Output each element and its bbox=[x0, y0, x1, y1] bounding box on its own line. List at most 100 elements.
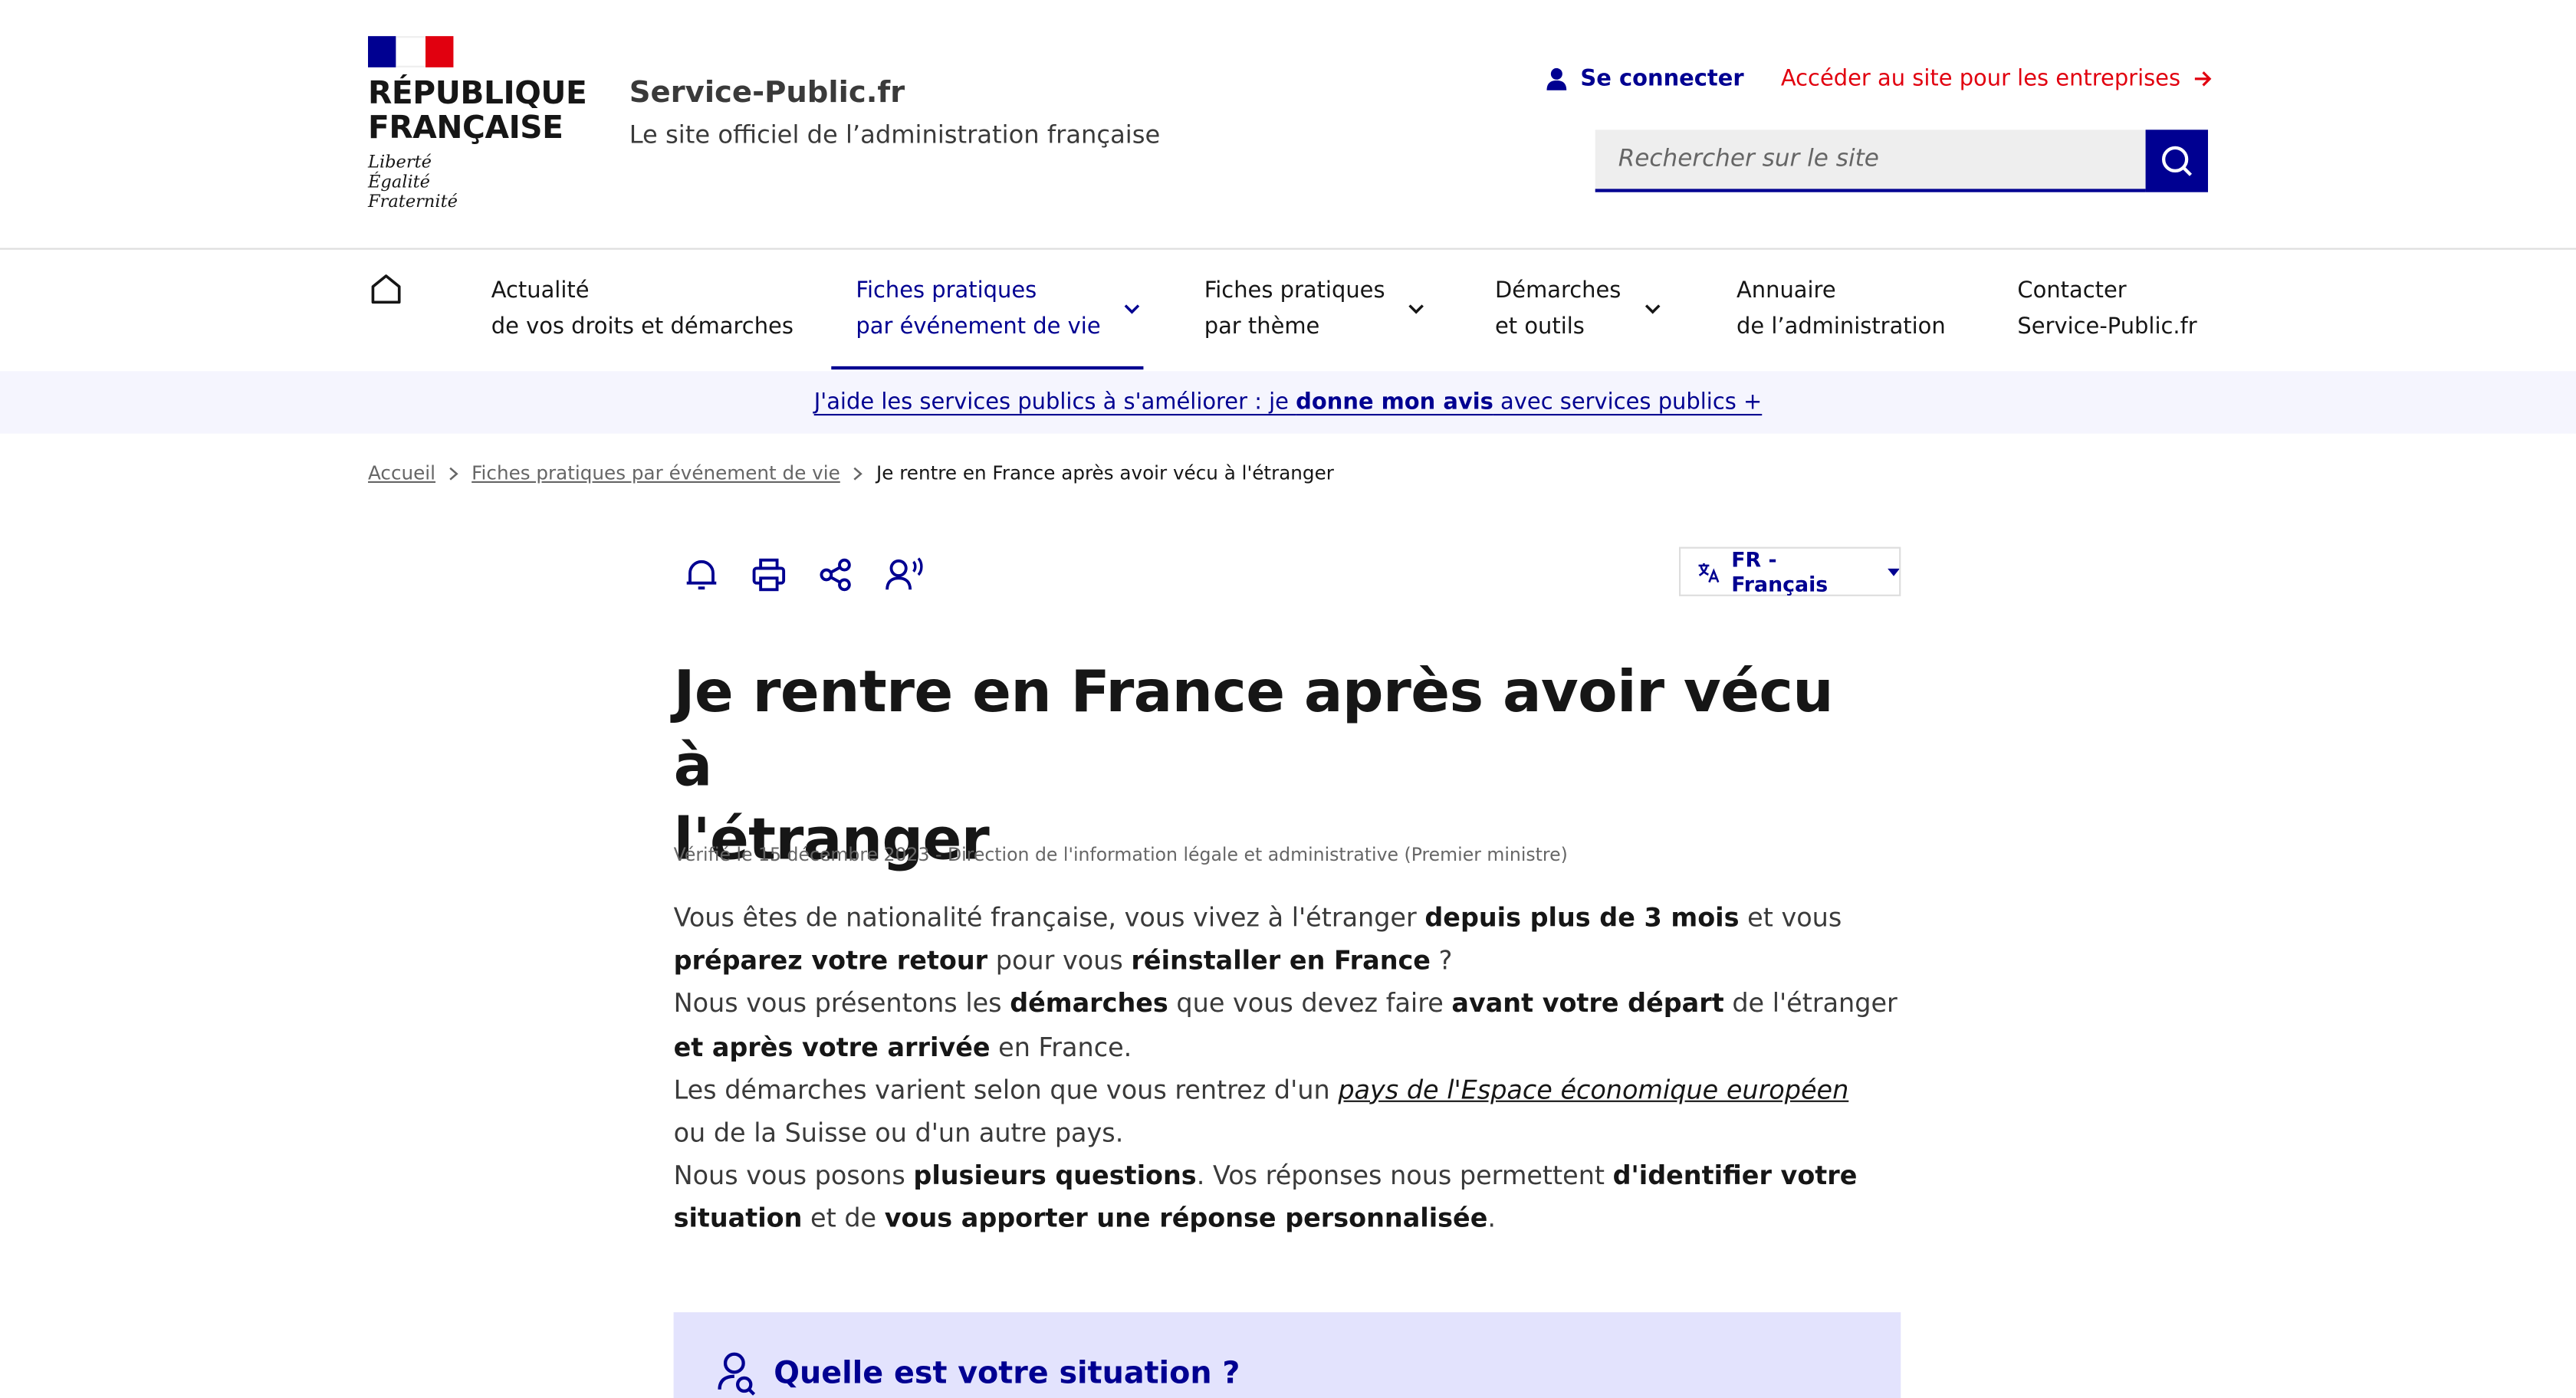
user-search-icon bbox=[718, 1352, 756, 1396]
banner-text: avec services publics + bbox=[1493, 389, 1763, 416]
chevron-down-icon bbox=[1124, 304, 1140, 313]
print-button[interactable] bbox=[749, 555, 788, 594]
motto-fraternite: Fraternité bbox=[368, 192, 458, 212]
intro-line: Nous vous posons plusieurs questions. Vo… bbox=[674, 1155, 1923, 1198]
verification-meta: Vérifié le 15 décembre 2023 - Direction … bbox=[673, 844, 1568, 866]
intro-line: Vous êtes de nationalité française, vous… bbox=[674, 897, 1923, 940]
republique-francaise-logo[interactable]: RÉPUBLIQUE FRANÇAISE bbox=[368, 75, 587, 146]
nav-label-line1: Contacter bbox=[2017, 277, 2127, 304]
text: . Vos réponses nous permettent bbox=[1196, 1161, 1613, 1192]
text: Vous êtes de nationalité française, vous… bbox=[673, 903, 1425, 934]
nav-item-contacter[interactable]: Contacter Service-Public.fr bbox=[2017, 273, 2196, 345]
nav-item-actualite[interactable]: Actualité de vos droits et démarches bbox=[491, 273, 794, 345]
nav-item-demarches[interactable]: Démarches et outils bbox=[1495, 273, 1661, 345]
text: . bbox=[1487, 1204, 1497, 1235]
chevron-right-icon bbox=[854, 466, 863, 480]
text: que vous devez faire bbox=[1168, 989, 1452, 1019]
subscribe-alert-button[interactable] bbox=[682, 555, 721, 594]
login-link[interactable]: Se connecter bbox=[1546, 65, 1744, 92]
search-button[interactable] bbox=[2145, 130, 2208, 192]
banner-text-bold: donne mon avis bbox=[1296, 389, 1493, 416]
text-bold: préparez votre retour bbox=[673, 946, 988, 976]
share-button[interactable] bbox=[816, 555, 856, 594]
breadcrumb-current: Je rentre en France après avoir vécu à l… bbox=[876, 461, 1334, 485]
intro-text: Vous êtes de nationalité française, vous… bbox=[674, 897, 1923, 1241]
chevron-right-icon bbox=[449, 466, 458, 480]
translate-icon bbox=[1698, 562, 1720, 582]
login-label: Se connecter bbox=[1580, 65, 1744, 92]
text-bold: réinstaller en France bbox=[1131, 946, 1431, 976]
intro-line: Les démarches varient selon que vous ren… bbox=[674, 1069, 1923, 1112]
nav-label-line1: Fiches pratiques bbox=[856, 277, 1037, 304]
text-bold: vous apporter une réponse personnalisée bbox=[884, 1204, 1488, 1235]
text-bold: plusieurs questions bbox=[913, 1161, 1197, 1192]
text: et de bbox=[802, 1204, 885, 1235]
intro-line: ou de la Suisse ou d'un autre pays. bbox=[674, 1112, 1923, 1155]
nav-home-link[interactable] bbox=[370, 273, 402, 312]
intro-line: et après votre arrivée en France. bbox=[674, 1026, 1923, 1068]
nav-item-annuaire[interactable]: Annuaire de l’administration bbox=[1737, 273, 1946, 345]
nav-label-line2: par événement de vie bbox=[856, 313, 1101, 340]
arrow-right-icon bbox=[2195, 71, 2212, 87]
nav-item-evenement-de-vie[interactable]: Fiches pratiques par événement de vie bbox=[856, 273, 1140, 345]
logo-line-1: RÉPUBLIQUE bbox=[368, 75, 587, 112]
eee-definition-link[interactable]: pays de l'Espace économique européen bbox=[1338, 1075, 1848, 1105]
text-bold: depuis plus de 3 mois bbox=[1424, 903, 1740, 934]
business-link-label: Accéder au site pour les entreprises bbox=[1780, 65, 2181, 92]
nav-item-par-theme[interactable]: Fiches pratiques par thème bbox=[1204, 273, 1424, 345]
print-icon bbox=[752, 558, 786, 592]
header-divider bbox=[0, 248, 2576, 250]
share-icon bbox=[820, 558, 851, 592]
text: Nous vous présentons les bbox=[673, 989, 1010, 1019]
motto-egalite: Égalité bbox=[368, 172, 430, 192]
banner-text: J'aide les services publics à s'améliore… bbox=[813, 389, 1296, 416]
business-site-link[interactable]: Accéder au site pour les entreprises bbox=[1781, 66, 2213, 92]
nav-label-line2: de vos droits et démarches bbox=[491, 313, 794, 340]
motto-liberte: Liberté bbox=[368, 153, 432, 172]
text-bold: et après votre arrivée bbox=[673, 1032, 991, 1062]
search-input[interactable] bbox=[1595, 130, 2146, 192]
search-icon bbox=[2161, 146, 2193, 176]
breadcrumb-parent[interactable]: Fiches pratiques par événement de vie bbox=[472, 461, 840, 484]
site-tagline: Le site officiel de l’administration fra… bbox=[629, 120, 1161, 149]
nav-label-line1: Démarches bbox=[1494, 277, 1622, 304]
home-icon bbox=[371, 274, 401, 304]
logo-line-2: FRANÇAISE bbox=[368, 110, 564, 146]
listen-button[interactable] bbox=[886, 555, 925, 594]
nav-label-line1: Annuaire bbox=[1737, 277, 1836, 304]
nav-active-indicator bbox=[831, 366, 1144, 370]
language-selector[interactable]: FR - Français bbox=[1679, 546, 1901, 596]
text: en France. bbox=[990, 1032, 1132, 1062]
language-label: FR - Français bbox=[1731, 546, 1829, 596]
search-bar bbox=[1595, 130, 2208, 192]
text-bold: démarches bbox=[1010, 989, 1168, 1019]
text-bold: situation bbox=[673, 1204, 803, 1235]
site-name[interactable]: Service-Public.fr bbox=[629, 76, 905, 110]
user-icon bbox=[1546, 67, 1567, 90]
text: et vous bbox=[1739, 903, 1842, 934]
title-line-1: Je rentre en France après avoir vécu à bbox=[673, 660, 1834, 800]
text: ? bbox=[1430, 946, 1453, 976]
feedback-link[interactable]: J'aide les services publics à s'améliore… bbox=[814, 389, 1763, 415]
breadcrumb-home[interactable]: Accueil bbox=[368, 461, 435, 484]
intro-line: préparez votre retour pour vous réinstal… bbox=[674, 940, 1923, 983]
intro-line: Nous vous présentons les démarches que v… bbox=[674, 983, 1923, 1026]
nav-label-line2: Service-Public.fr bbox=[2017, 313, 2197, 340]
caret-down-icon bbox=[1887, 567, 1900, 576]
nav-label-line2: de l’administration bbox=[1737, 313, 1946, 340]
bell-icon bbox=[686, 560, 717, 590]
intro-line: situation et de vous apporter une répons… bbox=[674, 1198, 1923, 1241]
text: ou de la Suisse ou d'un autre pays. bbox=[673, 1118, 1124, 1148]
motto: Liberté Égalité Fraternité bbox=[368, 153, 458, 212]
breadcrumb: Accueil Fiches pratiques par événement d… bbox=[368, 461, 1334, 484]
nav-label-line2: et outils bbox=[1494, 313, 1585, 340]
listen-icon bbox=[886, 557, 923, 590]
nav-label-line1: Actualité bbox=[491, 277, 590, 304]
text: Nous vous posons bbox=[673, 1161, 914, 1192]
text: Les démarches varient selon que vous ren… bbox=[673, 1075, 1339, 1105]
marianne-flag-logo[interactable] bbox=[368, 36, 454, 67]
nav-label-line2: par thème bbox=[1204, 313, 1320, 340]
text-bold: avant votre départ bbox=[1451, 989, 1724, 1019]
text: de l'étranger bbox=[1723, 989, 1898, 1019]
text: pour vous bbox=[987, 946, 1132, 976]
